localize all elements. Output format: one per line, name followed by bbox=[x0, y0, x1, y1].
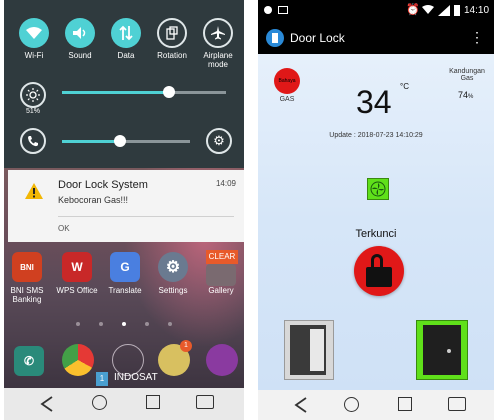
door-closed-button[interactable] bbox=[416, 320, 468, 380]
qs-tile-sound[interactable]: Sound bbox=[60, 18, 100, 60]
qs-tile-rotation[interactable]: Rotation bbox=[152, 18, 192, 60]
gallery-app-icon[interactable] bbox=[206, 264, 236, 286]
app-bar: Door Lock ⋮ bbox=[258, 22, 494, 54]
app-label-translate: Translate bbox=[108, 286, 142, 295]
qs-label-sound: Sound bbox=[68, 51, 92, 60]
data-icon bbox=[111, 18, 141, 48]
back-icon[interactable] bbox=[294, 397, 308, 418]
door-lock-app-icon bbox=[266, 29, 284, 47]
qs-tile-wifi[interactable]: Wi-Fi bbox=[14, 18, 54, 60]
gas-content-unit: % bbox=[468, 94, 474, 100]
image-status-icon bbox=[278, 6, 288, 14]
qs-label-airplane: Airplane mode bbox=[203, 51, 233, 69]
rotation-icon bbox=[157, 18, 187, 48]
home-icon[interactable] bbox=[344, 397, 359, 412]
settings-app-icon[interactable]: ⚙ bbox=[158, 252, 188, 282]
volume-slider-thumb[interactable] bbox=[113, 135, 126, 147]
fan-icon[interactable] bbox=[367, 178, 389, 200]
overflow-menu-icon[interactable]: ⋮ bbox=[470, 30, 484, 44]
lock-toggle-button[interactable] bbox=[354, 246, 404, 296]
sound-icon bbox=[65, 18, 95, 48]
status-time: 14:10 bbox=[464, 5, 490, 16]
right-navigation-bar bbox=[258, 390, 494, 420]
bni-app-icon[interactable]: BNI bbox=[12, 252, 42, 282]
back-icon[interactable] bbox=[40, 396, 54, 417]
temperature-unit: °C bbox=[400, 82, 409, 91]
chrome-app-icon[interactable] bbox=[62, 344, 94, 376]
app-label-gallery: Gallery bbox=[208, 286, 234, 295]
home-icon[interactable] bbox=[92, 395, 107, 410]
wifi-icon bbox=[19, 18, 49, 48]
wifi-status-icon bbox=[422, 5, 434, 18]
gas-content-label: Kandungan Gas bbox=[449, 68, 485, 82]
lock-shackle bbox=[371, 254, 383, 268]
left-navigation-bar bbox=[4, 388, 244, 420]
update-timestamp: Update : 2018-07-23 14:10:29 bbox=[329, 132, 423, 139]
battery-icon bbox=[454, 5, 460, 16]
notification-time: 14:09 bbox=[215, 179, 236, 188]
airplane-icon bbox=[203, 18, 233, 48]
notification-title: Door Lock System bbox=[58, 179, 148, 191]
dual-window-icon[interactable] bbox=[448, 397, 466, 411]
closed-door-icon bbox=[423, 325, 461, 375]
app-title: Door Lock bbox=[290, 31, 345, 45]
door-opening bbox=[310, 329, 324, 371]
app-label-bni: BNI SMS Banking bbox=[10, 286, 44, 304]
warning-status-icon bbox=[264, 6, 272, 14]
door-handle bbox=[447, 349, 451, 353]
lock-icon bbox=[366, 267, 392, 287]
recents-icon[interactable] bbox=[146, 395, 160, 409]
app-label-wps: WPS Office bbox=[56, 286, 98, 295]
left-phone-screen: Wi-Fi Sound Data Rotation Airplane mode bbox=[4, 0, 244, 420]
temperature-value: 34 bbox=[356, 84, 392, 120]
door-open-button[interactable] bbox=[284, 320, 334, 380]
gas-content-value: 74 bbox=[458, 90, 469, 100]
qs-label-data: Data bbox=[117, 51, 135, 60]
clear-button[interactable]: CLEAR bbox=[206, 250, 238, 264]
lock-status-label: Terkunci bbox=[355, 228, 397, 240]
status-bar: ⏰ 14:10 bbox=[258, 0, 494, 22]
brightness-slider-thumb[interactable] bbox=[162, 86, 175, 98]
qs-label-wifi: Wi-Fi bbox=[24, 51, 44, 60]
phone-app-icon[interactable]: ✆ bbox=[14, 346, 44, 376]
sim-icon: 1 bbox=[96, 372, 108, 386]
qs-tile-airplane[interactable]: Airplane mode bbox=[196, 18, 240, 69]
brightness-slider-fill bbox=[62, 91, 169, 94]
signal-icon bbox=[438, 5, 450, 19]
notification-message: Kebocoran Gas!!! bbox=[58, 195, 129, 205]
recents-icon[interactable] bbox=[398, 397, 412, 411]
gas-danger-indicator: Bahaya bbox=[274, 68, 300, 94]
dock-app-icon[interactable] bbox=[206, 344, 238, 376]
door-lock-dashboard: Bahaya GAS 34 °C Kandungan Gas 74% Updat… bbox=[258, 54, 494, 390]
notification-count-badge: 1 bbox=[180, 340, 192, 352]
settings-gear-icon[interactable]: ⚙ bbox=[206, 128, 232, 154]
wps-office-app-icon[interactable]: W bbox=[62, 252, 92, 282]
call-volume-icon bbox=[20, 128, 46, 154]
app-label-settings: Settings bbox=[158, 286, 188, 295]
gas-content-reading: 74% bbox=[458, 90, 473, 100]
qs-label-rotation: Rotation bbox=[157, 51, 187, 60]
quick-settings-panel: Wi-Fi Sound Data Rotation Airplane mode bbox=[4, 0, 244, 168]
gas-label: GAS bbox=[279, 96, 295, 103]
warning-icon bbox=[24, 182, 44, 205]
notification-card[interactable]: Door Lock System 14:09 Kebocoran Gas!!! … bbox=[8, 170, 244, 242]
carrier-label: INDOSAT bbox=[114, 372, 158, 383]
brightness-percent: 51% bbox=[25, 108, 40, 115]
brightness-icon bbox=[20, 82, 46, 108]
page-indicator bbox=[76, 322, 172, 328]
alarm-icon: ⏰ bbox=[406, 4, 420, 16]
right-phone-screen: ⏰ 14:10 Door Lock ⋮ Bahaya GAS 34 °C Kan… bbox=[258, 0, 494, 420]
translate-app-icon[interactable]: G bbox=[110, 252, 140, 282]
dual-window-icon[interactable] bbox=[196, 395, 214, 409]
qs-tile-data[interactable]: Data bbox=[106, 18, 146, 60]
notification-ok-button[interactable]: OK bbox=[58, 224, 70, 233]
open-door-icon bbox=[290, 325, 326, 375]
notification-divider bbox=[58, 216, 234, 217]
volume-slider-fill bbox=[62, 140, 120, 143]
